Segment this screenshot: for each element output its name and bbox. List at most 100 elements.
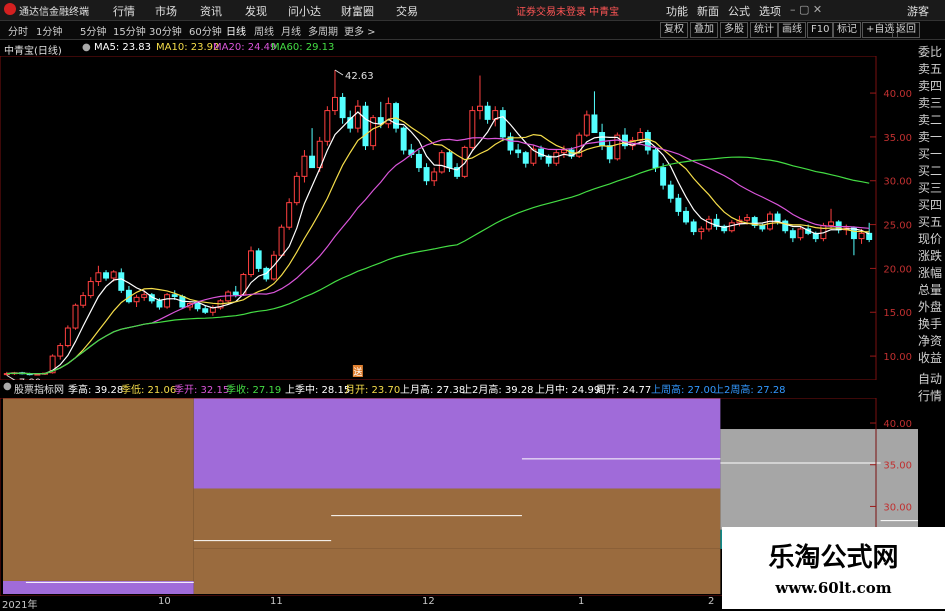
candle-body: [828, 221, 835, 226]
y-tick-label: 30.00: [883, 177, 912, 188]
x-tick-label: 11: [270, 596, 283, 607]
side-outer[interactable]: 外盘: [918, 299, 945, 316]
y-tick-label: 20.00: [883, 264, 912, 275]
side-buy4[interactable]: 买四: [918, 197, 945, 214]
candle-body: [522, 152, 529, 164]
candle-body: [705, 218, 712, 230]
candle-body: [57, 345, 64, 357]
price-chart[interactable]: 42.63 7.80 送 10.00 15.00 20.00 25.00 30.00 35.0…: [0, 56, 918, 380]
sub-y-tick-label: 30.00: [883, 502, 912, 513]
low-pointer: [6, 374, 16, 380]
watermark: 乐淘公式网 www.60lt.com: [722, 527, 945, 609]
candle-body: [72, 304, 79, 329]
indicator-settings-icon[interactable]: ●: [3, 381, 12, 392]
candle-body: [461, 146, 468, 177]
side-weibi[interactable]: 委比: [918, 44, 945, 61]
side-sell3[interactable]: 卖三: [918, 95, 945, 112]
side-volume[interactable]: 总量: [918, 282, 945, 299]
candle-body: [698, 228, 705, 233]
period-5min[interactable]: 5分钟: [80, 23, 106, 38]
side-buy5[interactable]: 买五: [918, 214, 945, 231]
period-30min[interactable]: 30分钟: [149, 23, 182, 38]
period-1min[interactable]: 1分钟: [36, 23, 62, 38]
candle-body: [255, 250, 262, 269]
candle-body: [293, 175, 300, 204]
period-daily[interactable]: 日线: [226, 23, 246, 38]
candle-body: [675, 197, 682, 212]
event-marker: 送: [353, 366, 362, 378]
side-sell4[interactable]: 卖四: [918, 78, 945, 95]
side-turnover[interactable]: 换手: [918, 316, 945, 333]
period-60min[interactable]: 60分钟: [189, 23, 222, 38]
menu-item-youke[interactable]: 游客: [907, 3, 929, 19]
window-controls[interactable]: – ▢ ✕: [790, 3, 822, 16]
ma10-line: [6, 117, 870, 375]
indicator-block: [193, 398, 721, 489]
candle-body: [164, 294, 171, 308]
huaxian-button[interactable]: 画线: [778, 22, 806, 38]
side-buy2[interactable]: 买二: [918, 163, 945, 180]
side-hangqing[interactable]: 行情: [918, 388, 945, 405]
login-notice[interactable]: 证券交易未登录 中青宝: [516, 3, 619, 18]
menu-bar: 通达信金融终端 行情 市场 资讯 发现 问小达 财富圈 交易 证券交易未登录 中…: [0, 0, 945, 21]
high-annotation: 42.63: [345, 71, 374, 82]
candle-body: [339, 96, 346, 119]
period-more[interactable]: 更多 >: [344, 23, 376, 38]
side-change[interactable]: 涨跌: [918, 248, 945, 265]
watermark-url: www.60lt.com: [775, 579, 892, 597]
side-sell2[interactable]: 卖二: [918, 112, 945, 129]
indicator-block: [193, 488, 721, 549]
side-buy1[interactable]: 买一: [918, 146, 945, 163]
candle-body: [209, 307, 216, 313]
candle-body: [194, 302, 201, 310]
f10-button[interactable]: F10: [807, 22, 834, 38]
candle-body: [599, 132, 606, 147]
side-sell1[interactable]: 卖一: [918, 129, 945, 146]
menu-item-faxian[interactable]: 发现: [245, 3, 267, 19]
menu-item-xuanxiang[interactable]: 选项: [759, 3, 781, 19]
fuquan-button[interactable]: 复权: [660, 22, 688, 38]
menu-item-wenxiaoda[interactable]: 问小达: [288, 3, 321, 19]
side-netasset[interactable]: 净资: [918, 333, 945, 350]
y-tick-label: 40.00: [883, 89, 912, 100]
candle-body: [110, 271, 117, 279]
period-weekly[interactable]: 周线: [254, 23, 274, 38]
menu-item-gongshi[interactable]: 公式: [728, 3, 750, 19]
side-auto[interactable]: 自动: [918, 371, 945, 388]
menu-item-hangqing[interactable]: 行情: [113, 3, 135, 19]
duogu-button[interactable]: 多股: [720, 22, 748, 38]
y-tick-label: 25.00: [883, 221, 912, 232]
period-fenshi[interactable]: 分时: [8, 23, 28, 38]
period-toolbar: 分时 1分钟 5分钟 15分钟 30分钟 60分钟 日线 周线 月线 多周期 更…: [0, 21, 945, 40]
ind-shang2yuegao: 上2月高: 39.28: [462, 385, 534, 396]
candle-body: [103, 272, 110, 279]
menu-item-zixun[interactable]: 资讯: [200, 3, 222, 19]
candle-body: [652, 149, 659, 169]
candle-body: [331, 96, 338, 112]
menu-item-caifuquan[interactable]: 财富圈: [341, 3, 374, 19]
ma60-line: [6, 156, 870, 375]
menu-item-shichang[interactable]: 市场: [155, 3, 177, 19]
candle-body: [789, 230, 796, 239]
fanhui-button[interactable]: 返回: [892, 22, 920, 38]
menu-item-xinmian[interactable]: 新面: [697, 3, 719, 19]
period-multi[interactable]: 多周期: [308, 23, 338, 38]
period-15min[interactable]: 15分钟: [113, 23, 146, 38]
biaoji-button[interactable]: 标记: [833, 22, 861, 38]
candle-body: [362, 105, 369, 147]
side-sell5[interactable]: 卖五: [918, 61, 945, 78]
diejia-button[interactable]: 叠加: [690, 22, 718, 38]
ind-yuekai: 月开: 23.70: [345, 385, 401, 396]
side-price[interactable]: 现价: [918, 231, 945, 248]
ma-settings-icon[interactable]: ●: [82, 42, 91, 53]
sub-y-tick-label: 35.00: [883, 461, 912, 472]
side-buy3[interactable]: 买三: [918, 180, 945, 197]
period-monthly[interactable]: 月线: [281, 23, 301, 38]
side-earnings[interactable]: 收益: [918, 350, 945, 367]
menu-item-gongneng[interactable]: 功能: [666, 3, 688, 19]
side-change-pct[interactable]: 涨幅: [918, 265, 945, 282]
tongji-button[interactable]: 统计: [750, 22, 778, 38]
menu-item-jiaoyi[interactable]: 交易: [396, 3, 418, 19]
ind-shang2zhougao: 上2周高: 27.28: [714, 385, 786, 396]
candle-body: [683, 210, 690, 223]
